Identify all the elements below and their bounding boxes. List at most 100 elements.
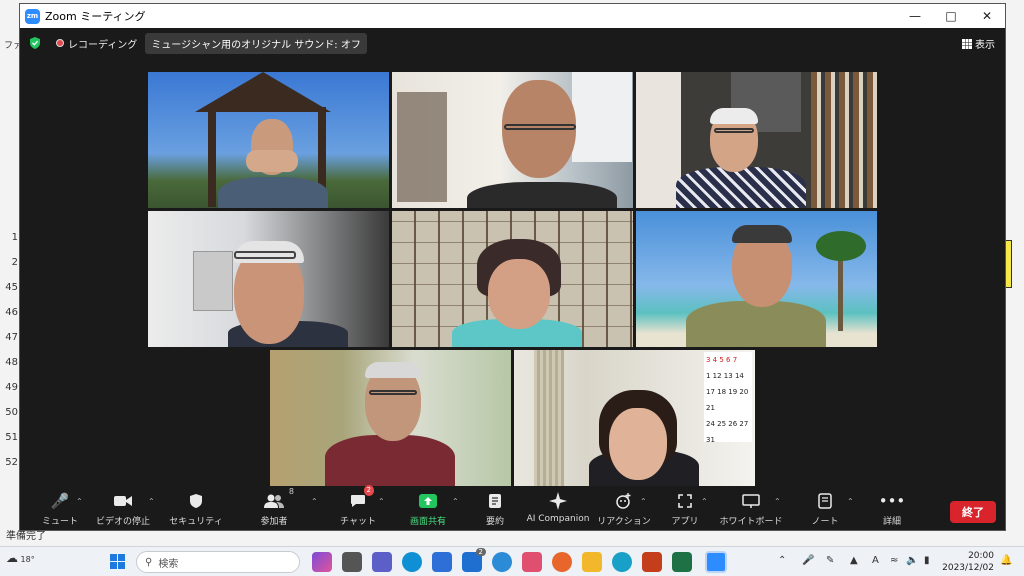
taskbar-search[interactable]: ⚲ 検索 — [136, 551, 300, 573]
summary-document-icon — [488, 491, 502, 511]
taskbar-clock[interactable]: 20:00 2023/12/02 — [942, 550, 994, 574]
show-hidden-icons-chevron-icon[interactable]: ⌃ — [778, 555, 786, 566]
row-number: 47 — [5, 332, 18, 343]
search-icon: ⚲ — [145, 556, 153, 568]
clock-time: 20:00 — [968, 551, 994, 561]
copilot-icon[interactable] — [312, 552, 332, 572]
video-tile-8[interactable]: 3 4 5 6 7 1 12 13 14 17 18 19 20 21 24 2… — [514, 350, 755, 486]
globe-icon[interactable] — [492, 552, 512, 572]
excel-icon[interactable] — [672, 552, 692, 572]
microphone-tray-icon[interactable]: 🎤 — [802, 555, 814, 566]
participants-options-caret[interactable]: ⌃ — [311, 497, 318, 506]
mail-icon[interactable]: 2 — [462, 548, 486, 572]
clock-date: 2023/12/02 — [942, 563, 994, 573]
wifi-icon[interactable]: ≈ — [890, 555, 898, 566]
row-numbers: 1 2 45 46 47 48 49 50 51 52 — [0, 225, 20, 475]
recording-label[interactable]: レコーディング — [68, 36, 137, 51]
task-view-icon[interactable] — [342, 552, 362, 572]
window-title: Zoom ミーティング — [45, 10, 146, 23]
pen-tray-icon[interactable]: ✎ — [826, 555, 834, 566]
row-number: 52 — [5, 457, 18, 468]
meeting-top-bar: レコーディング ミュージシャン用のオリジナル サウンド: オフ 表示 — [20, 30, 1005, 56]
security-button[interactable]: セキュリティ — [156, 491, 236, 527]
battery-icon[interactable]: ▮ — [924, 555, 930, 566]
row-number: 49 — [5, 382, 18, 393]
photo-app-icon[interactable] — [552, 552, 572, 572]
participants-count: 8 — [288, 487, 294, 496]
participants-icon: 8 — [264, 487, 294, 511]
chat-button[interactable]: 2 チャット — [318, 485, 398, 527]
chat-options-caret[interactable]: ⌃ — [378, 497, 385, 506]
notes-icon — [818, 491, 832, 511]
shield-icon[interactable] — [28, 36, 42, 50]
apps-options-caret[interactable]: ⌃ — [701, 497, 708, 506]
mail-badge: 2 — [475, 548, 486, 556]
store-icon[interactable] — [522, 552, 542, 572]
view-label: 表示 — [975, 40, 995, 51]
more-button[interactable]: ••• 詳細 — [852, 491, 932, 527]
video-tile-2[interactable] — [392, 72, 633, 208]
mute-label: ミュート — [41, 517, 78, 527]
reactions-label: リアクション — [597, 517, 651, 527]
calendar-row: 1 12 13 14 — [706, 372, 744, 380]
search-placeholder: 検索 — [158, 558, 179, 570]
participants-button[interactable]: 8 参加者 — [234, 487, 314, 527]
cloud-icon: ☁ — [6, 551, 18, 565]
chat-label: チャット — [340, 517, 376, 527]
more-dots-icon: ••• — [878, 492, 906, 510]
file-explorer-icon[interactable] — [582, 552, 602, 572]
at-mail-icon[interactable] — [432, 552, 452, 572]
title-bar: zm Zoom ミーティング — □ ✕ — [20, 4, 1005, 28]
apps-icon — [677, 491, 693, 511]
temperature: 18° — [20, 555, 35, 564]
video-options-caret[interactable]: ⌃ — [148, 497, 155, 506]
edge-browser-icon[interactable] — [402, 552, 422, 572]
edge-e-icon[interactable] — [612, 552, 632, 572]
row-number: 50 — [5, 407, 18, 418]
video-tile-6-active-speaker[interactable] — [636, 211, 877, 347]
adobe-tray-icon[interactable]: ▲ — [850, 555, 858, 566]
ime-tray-icon[interactable]: A — [872, 555, 879, 566]
view-button[interactable]: 表示 — [962, 36, 995, 51]
calendar-row: 24 25 26 27 — [706, 420, 749, 428]
meeting-toolbar: 🎤 ミュート ⌃ ビデオの停止 ⌃ セキュリティ 8 参加者 ⌃ 2 チャット … — [20, 485, 1005, 531]
mute-options-caret[interactable]: ⌃ — [76, 497, 83, 506]
wall-calendar: 3 4 5 6 7 1 12 13 14 17 18 19 20 21 24 2… — [704, 352, 752, 444]
windows-start-icon[interactable] — [110, 554, 126, 570]
zoom-window: zm Zoom ミーティング — □ ✕ レコーディング ミュージシャン用のオリ… — [19, 3, 1006, 531]
weather-widget[interactable]: ☁ 18° — [6, 551, 35, 565]
row-number: 2 — [11, 257, 18, 268]
video-tile-4[interactable] — [148, 211, 389, 347]
video-tile-1[interactable] — [148, 72, 389, 208]
windows-taskbar: ☁ 18° ⚲ 検索 2 ⌃ 🎤 ✎ ▲ A ≈ 🔈 ▮ 20:00 2023/… — [0, 546, 1024, 576]
summary-label: 要約 — [485, 517, 504, 527]
teams-chat-icon[interactable] — [372, 552, 392, 572]
maximize-button[interactable]: □ — [933, 4, 969, 28]
whiteboard-label: ホワイトボード — [719, 517, 783, 527]
minimize-button[interactable]: — — [897, 4, 933, 28]
end-meeting-button[interactable]: 終了 — [950, 501, 996, 523]
video-camera-icon — [114, 491, 132, 511]
chat-unread-badge: 2 — [363, 485, 374, 496]
original-sound-toggle[interactable]: ミュージシャン用のオリジナル サウンド: オフ — [145, 32, 367, 54]
zoom-app-icon: zm — [25, 8, 40, 24]
whiteboard-options-caret[interactable]: ⌃ — [774, 497, 781, 506]
calendar-row: 31 — [706, 436, 715, 444]
video-tile-7[interactable] — [270, 350, 511, 486]
security-shield-icon — [189, 491, 203, 511]
row-number: 46 — [5, 307, 18, 318]
video-tile-3[interactable] — [636, 72, 877, 208]
calendar-row: 17 18 19 20 21 — [706, 388, 749, 412]
zoom-taskbar-icon[interactable] — [705, 551, 727, 573]
ai-companion-label: AI Companion — [526, 514, 590, 524]
video-tile-5[interactable] — [392, 211, 633, 347]
security-label: セキュリティ — [169, 517, 223, 527]
close-button[interactable]: ✕ — [969, 4, 1005, 28]
row-number: 48 — [5, 357, 18, 368]
participants-label: 参加者 — [260, 517, 288, 527]
powerpoint-icon[interactable] — [642, 552, 662, 572]
row-number: 45 — [5, 282, 18, 293]
share-screen-label: 画面共有 — [409, 517, 446, 527]
notification-bell-icon[interactable]: 🔔 — [1000, 555, 1012, 566]
volume-icon[interactable]: 🔈 — [906, 555, 918, 566]
